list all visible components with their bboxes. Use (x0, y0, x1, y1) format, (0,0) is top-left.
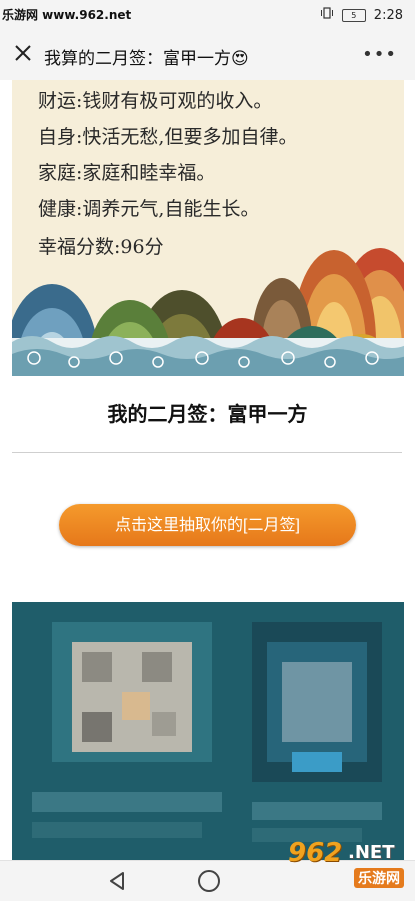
status-time: 2:28 (373, 7, 403, 23)
back-triangle-icon[interactable] (108, 871, 126, 895)
page-title: 我算的二月签：富甲一方😍 (44, 49, 249, 69)
fortune-card: 财运:钱财有极可观的收入。 自身:快活无愁,但要多加自律。 家庭:家庭和睦幸福。… (12, 80, 404, 376)
fortune-family: 家庭:家庭和睦幸福。 (38, 162, 216, 184)
mountains-waves-illustration (12, 248, 404, 376)
site-logo: 962 .NET 乐游网 (284, 832, 409, 894)
battery-icon: 5 (341, 8, 366, 22)
status-bar: 乐游网 www.962.net 5 2:28 (0, 0, 415, 30)
logo-number: 962 (288, 838, 343, 868)
result-heading: 我的二月签：富甲一方 (107, 402, 308, 426)
divider (12, 452, 402, 453)
watermark-text: 乐游网 www.962.net (2, 8, 132, 22)
home-circle-icon[interactable] (198, 870, 220, 892)
logo-suffix: .NET (348, 842, 395, 863)
vibrate-icon (320, 7, 334, 23)
fortune-wealth: 财运:钱财有极可观的收入。 (38, 90, 273, 112)
close-icon[interactable] (12, 42, 34, 64)
page-content: 财运:钱财有极可观的收入。 自身:快活无愁,但要多加自律。 家庭:家庭和睦幸福。… (0, 80, 415, 860)
fortune-health: 健康:调养元气,自能生长。 (38, 198, 260, 220)
pixelated-image (12, 602, 404, 860)
fortune-self: 自身:快活无愁,但要多加自律。 (38, 126, 298, 148)
more-icon[interactable]: ••• (362, 44, 397, 65)
draw-fortune-button[interactable]: 点击这里抽取你的[二月签] (59, 504, 356, 546)
title-bar: 我算的二月签：富甲一方😍 ••• (0, 30, 415, 81)
logo-chinese: 乐游网 (354, 868, 404, 888)
